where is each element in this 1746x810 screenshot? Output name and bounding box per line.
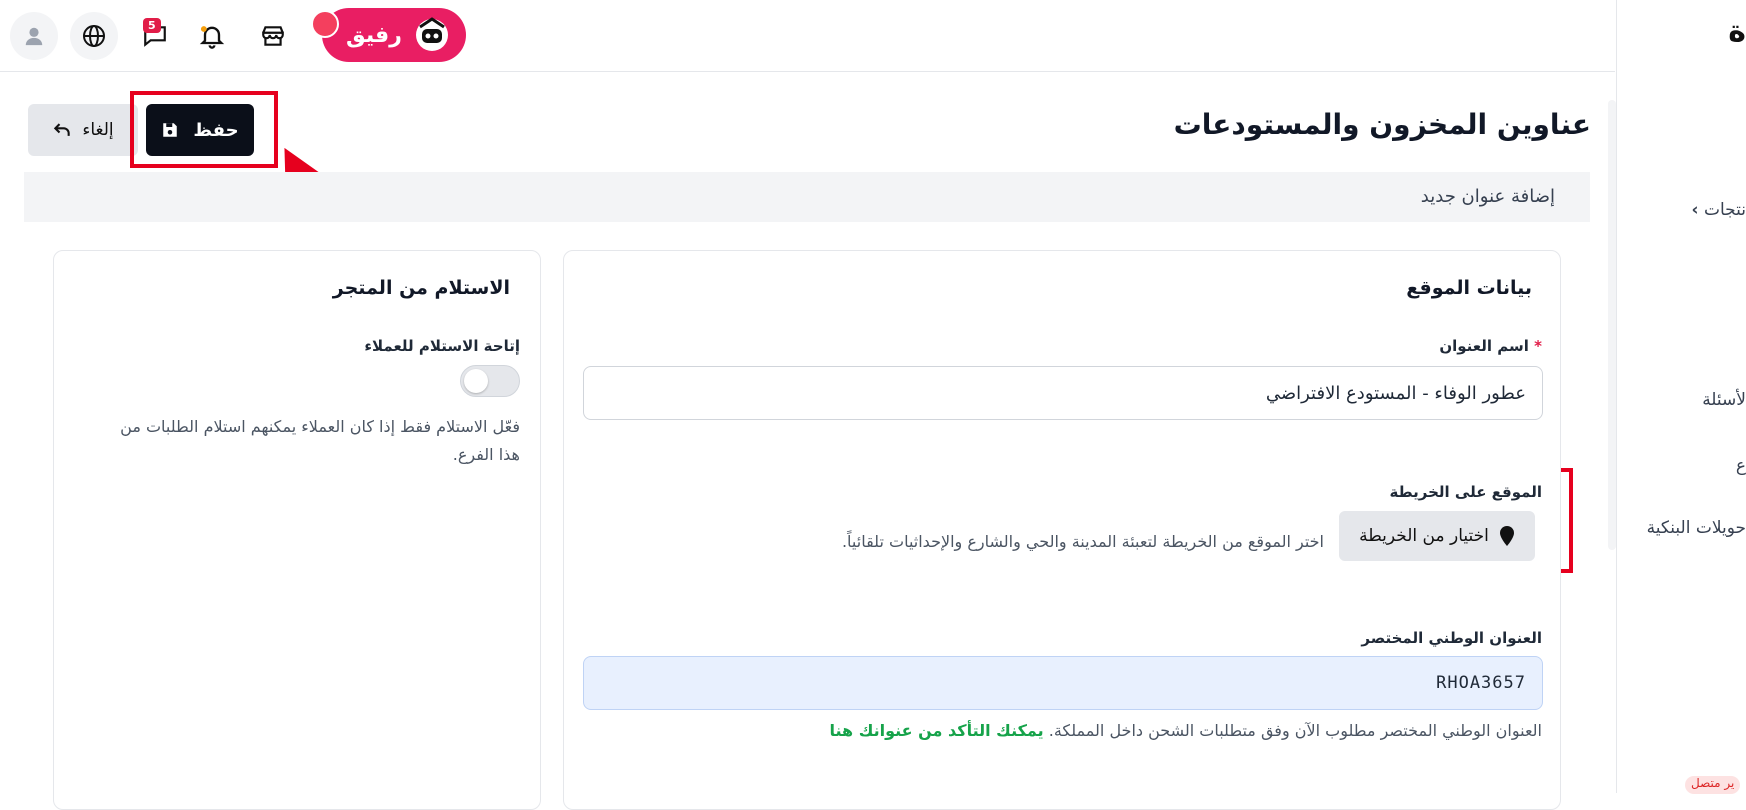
pickup-card: الاستلام من المتجر إتاحة الاستلام للعملا… <box>53 250 541 810</box>
required-mark: * <box>1534 337 1542 355</box>
address-name-value: عطور الوفاء - المستودع الافتراضي <box>1265 382 1526 404</box>
national-address-value: RHOA3657 <box>1436 673 1526 693</box>
pickup-toggle[interactable] <box>460 365 520 397</box>
location-card-title: بيانات الموقع <box>1406 277 1532 299</box>
choose-from-map-label: اختيار من الخريطة <box>1359 526 1489 546</box>
choose-from-map-button[interactable]: اختيار من الخريطة <box>1339 511 1535 561</box>
pickup-card-title: الاستلام من المتجر <box>332 277 510 299</box>
map-help-text: اختر الموقع من الخريطة لتعبئة المدينة وا… <box>841 532 1324 551</box>
pickup-help-line-2: هذا الفرع. <box>452 445 520 464</box>
map-location-label: الموقع على الخريطة <box>1389 483 1542 501</box>
national-help-text: العنوان الوطني المختصر مطلوب الآن وفق مت… <box>1048 721 1542 740</box>
national-address-input[interactable]: RHOA3657 <box>583 656 1543 710</box>
toggle-knob <box>464 369 488 393</box>
address-name-label: * اسم العنوان <box>1439 337 1542 355</box>
address-name-input[interactable]: عطور الوفاء - المستودع الافتراضي <box>583 366 1543 420</box>
verify-address-link[interactable]: يمكنك التأكد من عنوانك هنا <box>829 721 1043 740</box>
national-address-label: العنوان الوطني المختصر <box>1361 629 1542 647</box>
section-title: إضافة عنوان جديد <box>1420 186 1555 207</box>
address-name-label-text: اسم العنوان <box>1439 337 1529 355</box>
pickup-help-line-1: فعّل الاستلام فقط إذا كان العملاء يمكنهم… <box>120 417 520 436</box>
map-pin-icon <box>1499 526 1514 546</box>
national-address-help: العنوان الوطني المختصر مطلوب الآن وفق مت… <box>829 721 1542 740</box>
section-header: إضافة عنوان جديد <box>24 172 1590 222</box>
pickup-toggle-label: إتاحة الاستلام للعملاء <box>364 337 520 355</box>
